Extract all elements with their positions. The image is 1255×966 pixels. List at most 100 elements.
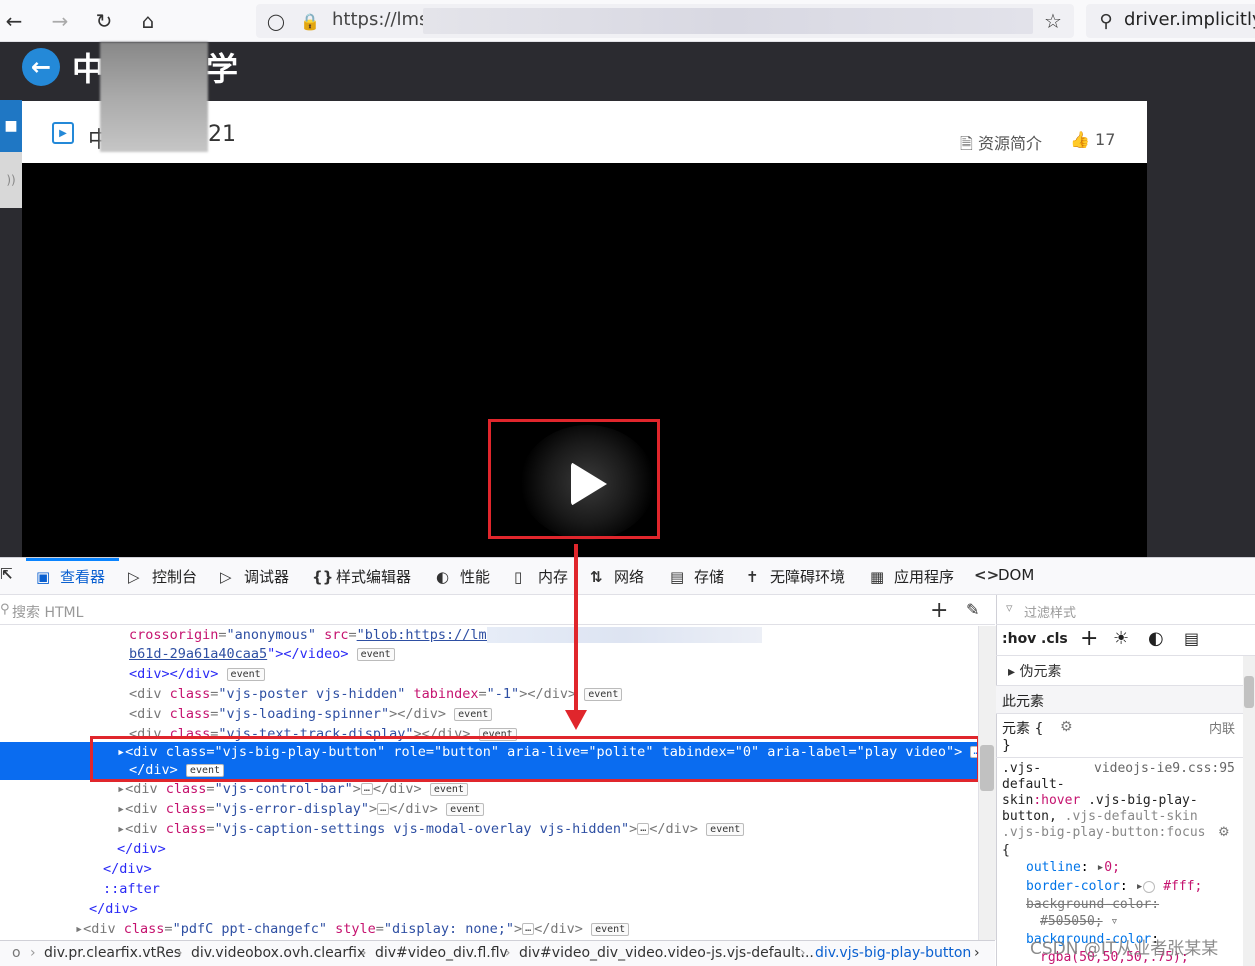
expand-triangle-icon: ▸: [1008, 664, 1020, 680]
resource-intro-link[interactable]: 🗎 资源简介: [960, 130, 1042, 160]
dom-line[interactable]: </div>: [117, 840, 166, 860]
dom-line[interactable]: crossorigin="anonymous" src="blob:https:…: [129, 626, 495, 646]
breadcrumb-item[interactable]: div.pr.clearfix.vtRes: [44, 945, 181, 961]
dom-line[interactable]: <div class="vjs-loading-spinner"></div> …: [129, 705, 493, 725]
url-text[interactable]: https://lms: [332, 9, 428, 30]
home-icon[interactable]: ⌂: [134, 7, 162, 35]
element-rule-close: }: [1002, 738, 1011, 754]
print-media-icon[interactable]: ▤: [1184, 629, 1199, 648]
ellipsis-badge[interactable]: …: [637, 823, 650, 835]
tab-performance[interactable]: ◐ 性能: [436, 566, 490, 587]
dom-line[interactable]: </div>: [89, 900, 138, 920]
dark-theme-icon[interactable]: ◐: [1148, 628, 1164, 649]
declaration-background-overridden[interactable]: background-color:: [1026, 897, 1159, 912]
side-audio-tab[interactable]: )): [0, 152, 22, 208]
expand-triangle-icon[interactable]: ▸: [117, 801, 125, 817]
expand-triangle-icon[interactable]: ▸: [75, 921, 83, 937]
ellipsis-badge[interactable]: …: [360, 783, 373, 795]
tab-storage[interactable]: ▤ 存储: [670, 566, 724, 587]
tab-dom[interactable]: <>DOM: [974, 566, 1034, 584]
cls-toggle[interactable]: .cls: [1041, 631, 1068, 647]
attr-value: "pdfC ppt-changefc": [172, 921, 327, 937]
dom-line[interactable]: <div class="vjs-poster vjs-hidden" tabin…: [129, 685, 623, 705]
attr-value-link[interactable]: "blob:https://lms: [357, 627, 495, 643]
tab-inspector[interactable]: ▣ 查看器: [36, 566, 105, 587]
tab-style-editor[interactable]: {} 样式编辑器: [312, 566, 411, 587]
breadcrumb-item[interactable]: div.videobox.ovh.clearfix: [191, 945, 365, 961]
color-swatch[interactable]: [1143, 880, 1156, 893]
declaration-outline[interactable]: outline: ▸0;: [1026, 860, 1120, 875]
shield-icon[interactable]: ◯: [262, 7, 290, 35]
light-theme-icon[interactable]: ☀: [1113, 628, 1129, 649]
side-video-tab[interactable]: ■: [0, 100, 22, 152]
attr-value: "vjs-caption-settings vjs-modal-overlay …: [214, 821, 630, 837]
tab-label: 网络: [614, 568, 645, 586]
breadcrumb-item-selected[interactable]: div.vjs-big-play-button: [815, 945, 971, 961]
back-icon[interactable]: ←: [0, 7, 28, 35]
search-text[interactable]: driver.implicitly_: [1124, 9, 1255, 30]
event-badge[interactable]: event: [356, 647, 395, 661]
dom-line[interactable]: ▸<div class="pdfC ppt-changefc" style="d…: [75, 920, 630, 940]
gear-icon[interactable]: ⚙: [1218, 825, 1230, 840]
ellipsis-badge[interactable]: …: [377, 803, 390, 815]
search-html-input[interactable]: 搜索 HTML: [12, 602, 83, 622]
forward-icon[interactable]: →: [46, 7, 74, 35]
console-icon: ▷: [128, 568, 140, 586]
dom-line[interactable]: <div></div> event: [129, 665, 265, 685]
rules-scrollbar-thumb[interactable]: [1244, 676, 1254, 708]
breadcrumb-item[interactable]: o: [12, 945, 21, 961]
hov-toggle[interactable]: :hov: [1002, 631, 1036, 647]
dom-line[interactable]: </div>: [103, 860, 152, 880]
breadcrumb-item[interactable]: div#video_div_video.video-js.vjs-default…: [519, 945, 814, 961]
dom-line[interactable]: ▸<div class="vjs-caption-settings vjs-mo…: [117, 820, 745, 840]
event-badge[interactable]: event: [446, 802, 485, 816]
rule-selector: .vjs-: [1002, 761, 1042, 776]
gauge-icon: ◐: [436, 568, 450, 586]
event-badge[interactable]: event: [584, 687, 623, 701]
tab-accessibility[interactable]: ✝ 无障碍环境: [746, 566, 845, 587]
filter-styles-input[interactable]: 过滤样式: [1024, 602, 1076, 621]
declaration-border-color[interactable]: border-color: ▸ #fff;: [1026, 879, 1202, 894]
like-button[interactable]: 👍 17: [1070, 130, 1115, 149]
element-picker-icon[interactable]: ⇱: [0, 565, 24, 583]
event-badge[interactable]: event: [429, 782, 468, 796]
tab-label: 存储: [694, 568, 725, 586]
add-rule-icon[interactable]: +: [1080, 626, 1098, 651]
chevron-right-icon: ›: [505, 945, 511, 961]
add-node-icon[interactable]: +: [930, 598, 948, 623]
tab-network[interactable]: ⇅ 网络: [590, 566, 644, 587]
event-badge[interactable]: event: [226, 667, 265, 681]
attr-value-link[interactable]: b61d-29a61a40caa5: [129, 646, 267, 662]
bookmark-star-icon[interactable]: ☆: [1039, 7, 1067, 35]
tab-memory[interactable]: ▯ 内存: [514, 566, 568, 587]
tab-label: 应用程序: [894, 568, 955, 586]
filter-icon[interactable]: ▿: [1110, 914, 1118, 929]
attr-value: "vjs-control-bar": [214, 781, 353, 797]
dom-line[interactable]: ▸<div class="vjs-error-display">… </div> …: [117, 800, 485, 820]
tab-console[interactable]: ▷ 控制台: [128, 566, 197, 587]
dom-line[interactable]: ▸<div class="vjs-control-bar">… </div> ev…: [117, 780, 468, 800]
event-badge[interactable]: event: [454, 707, 493, 721]
event-badge[interactable]: event: [591, 922, 630, 936]
dom-line[interactable]: ::after: [103, 880, 160, 900]
declaration-background-overridden-value[interactable]: #505050; ▿: [1040, 914, 1118, 929]
dom-line[interactable]: b61d-29a61a40caa5"></video> event: [129, 645, 395, 665]
event-badge[interactable]: event: [706, 822, 745, 836]
gear-icon[interactable]: ⚙: [1060, 719, 1073, 735]
ellipsis-badge[interactable]: …: [522, 923, 535, 935]
eyedropper-icon[interactable]: ✎: [966, 600, 979, 619]
pseudo-elements-label[interactable]: ▸ 伪元素: [1008, 661, 1061, 681]
tab-debugger[interactable]: ▷ 调试器: [220, 566, 289, 587]
breadcrumb-item[interactable]: div#video_div.fl.flv: [375, 945, 508, 961]
tab-application[interactable]: ▦ 应用程序: [870, 566, 954, 587]
reload-icon[interactable]: ↻: [90, 7, 118, 35]
expand-triangle-icon[interactable]: ▸: [117, 781, 125, 797]
chevron-right-icon[interactable]: ›: [974, 945, 980, 961]
back-arrow-button[interactable]: ←: [22, 48, 60, 86]
expand-triangle-icon[interactable]: ▸: [117, 821, 125, 837]
tab-label: 无障碍环境: [770, 568, 846, 586]
attr-name: crossorigin: [129, 627, 219, 643]
dom-scrollbar-thumb[interactable]: [980, 745, 994, 791]
rule-source-link[interactable]: videojs-ie9.css:95: [1094, 761, 1235, 776]
attr-value: "-1": [486, 686, 520, 702]
